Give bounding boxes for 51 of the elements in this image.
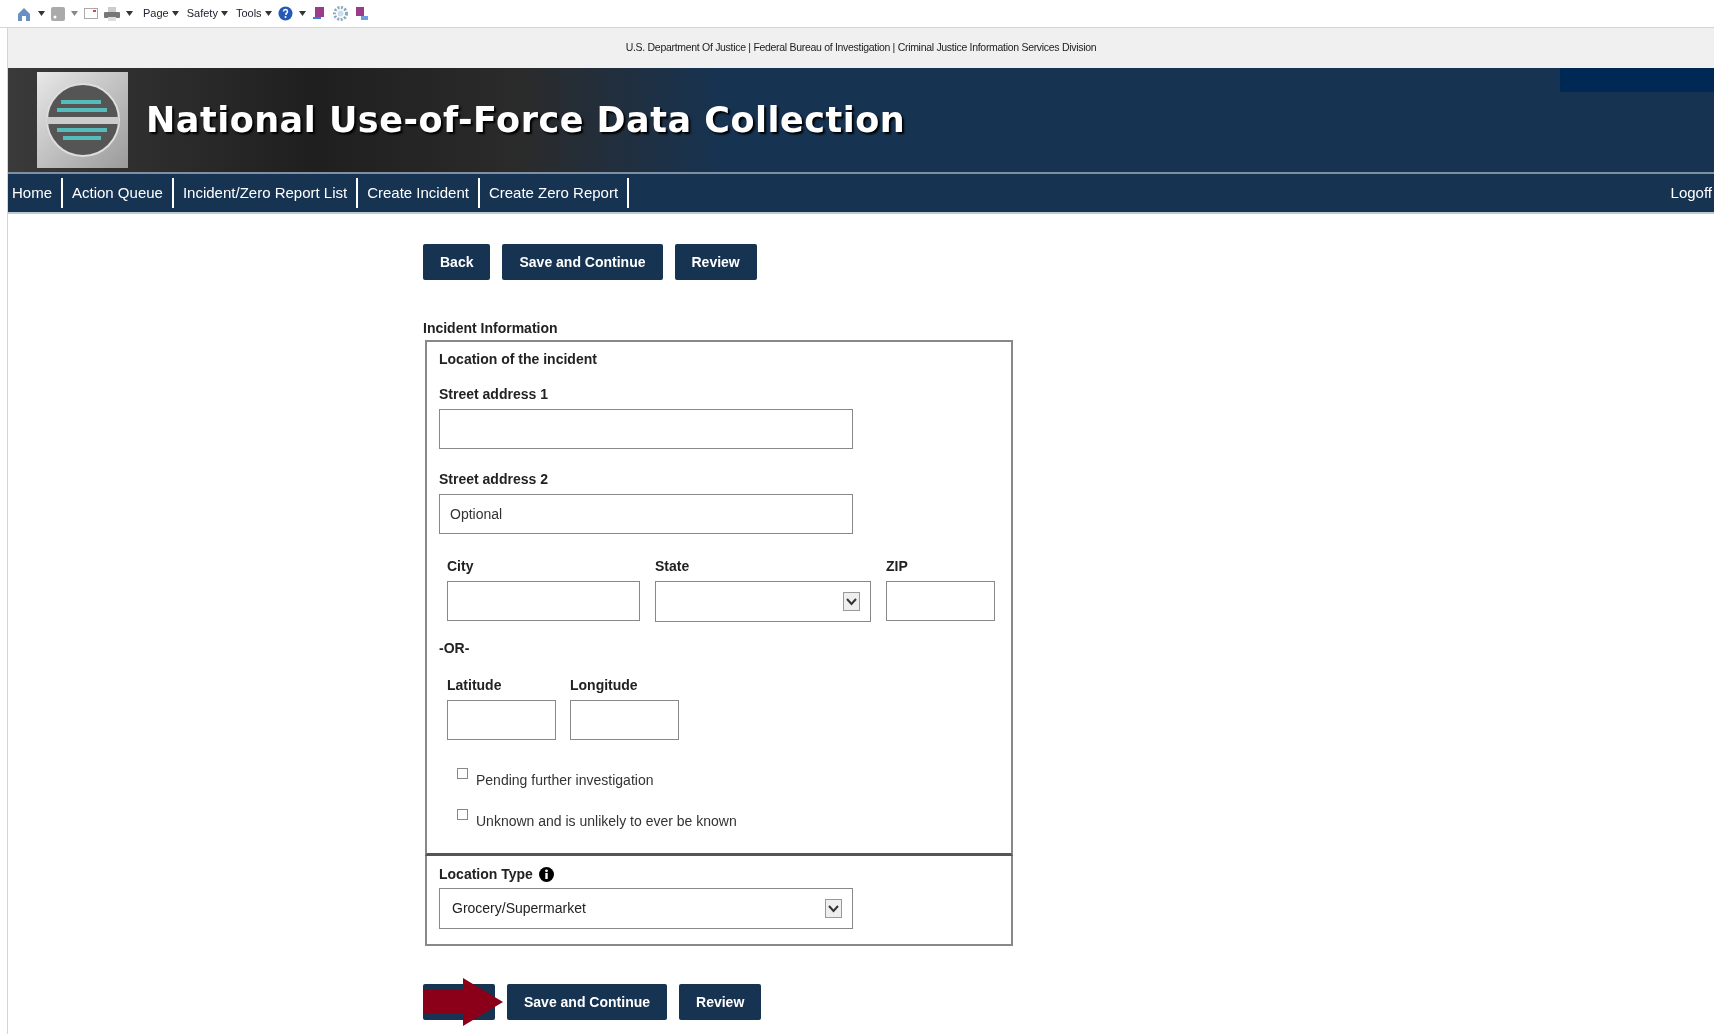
caret-icon[interactable]	[298, 11, 306, 16]
action-button[interactable]: Save and Continue	[502, 244, 663, 280]
nav-link[interactable]: Create Zero Report	[484, 178, 630, 208]
city-field[interactable]	[447, 581, 640, 621]
nav-link[interactable]: Action Queue	[68, 178, 174, 208]
caret-icon[interactable]	[220, 11, 228, 16]
logoff-link[interactable]: Logoff	[1670, 181, 1712, 205]
checkbox[interactable]	[457, 809, 468, 820]
action-button[interactable]: Review	[674, 244, 757, 280]
street-address-2-field[interactable]: Optional	[439, 494, 853, 534]
zip-field[interactable]	[886, 581, 995, 621]
caret-icon[interactable]	[171, 11, 179, 16]
field-label: State	[655, 557, 691, 576]
checkbox-label: Unknown and is unlikely to ever be known	[476, 812, 737, 831]
feed-icon[interactable]	[51, 6, 65, 21]
checkbox[interactable]	[457, 768, 468, 779]
gear-icon[interactable]	[332, 6, 348, 21]
home-icon[interactable]	[16, 5, 32, 22]
field-label: ZIP	[886, 557, 909, 576]
field-label: Street address 2	[439, 470, 549, 489]
field-label: Location Type	[439, 865, 533, 884]
toolbar-menu[interactable]: Page	[143, 5, 179, 22]
toolbar-menu[interactable]: Tools	[235, 5, 272, 22]
site-title: National Use-of-Force Data Collection	[146, 98, 906, 142]
info-icon[interactable]	[538, 867, 554, 882]
longitude-field[interactable]	[570, 700, 679, 740]
or-separator-text: -OR-	[439, 639, 471, 658]
mail-icon[interactable]	[84, 8, 98, 19]
toolbar-menu[interactable]: Safety	[186, 5, 228, 22]
panel-heading: Location of the incident	[439, 350, 598, 369]
action-button[interactable]: Save and Continue	[507, 984, 668, 1020]
action-button[interactable]: Back	[423, 244, 491, 280]
action-button[interactable]: Review	[679, 984, 762, 1020]
nav-link[interactable]: Create Incident	[363, 178, 480, 208]
field-label: Longitude	[570, 676, 639, 695]
printer-icon[interactable]	[104, 6, 120, 21]
latitude-field[interactable]	[447, 700, 556, 740]
caret-icon[interactable]	[264, 11, 272, 16]
nav-link[interactable]: Home	[8, 178, 63, 208]
checkbox-label: Pending further investigation	[476, 771, 654, 790]
nav-link[interactable]: Incident/Zero Report List	[178, 178, 359, 208]
field-label: Street address 1	[439, 385, 549, 404]
help-icon[interactable]	[277, 6, 293, 21]
location-type-select[interactable]: Grocery/Supermarket	[439, 888, 853, 929]
caret-icon[interactable]	[126, 11, 133, 16]
field-label: City	[447, 557, 475, 576]
section-title: Incident Information	[423, 319, 559, 338]
street-address-1-field[interactable]	[439, 409, 853, 449]
field-label: Latitude	[447, 676, 503, 695]
agency-line: U.S. Department Of Justice | Federal Bureau of Investigation | Criminal Justice Information Services Division	[625, 40, 1097, 56]
caret-icon[interactable]	[38, 11, 45, 16]
